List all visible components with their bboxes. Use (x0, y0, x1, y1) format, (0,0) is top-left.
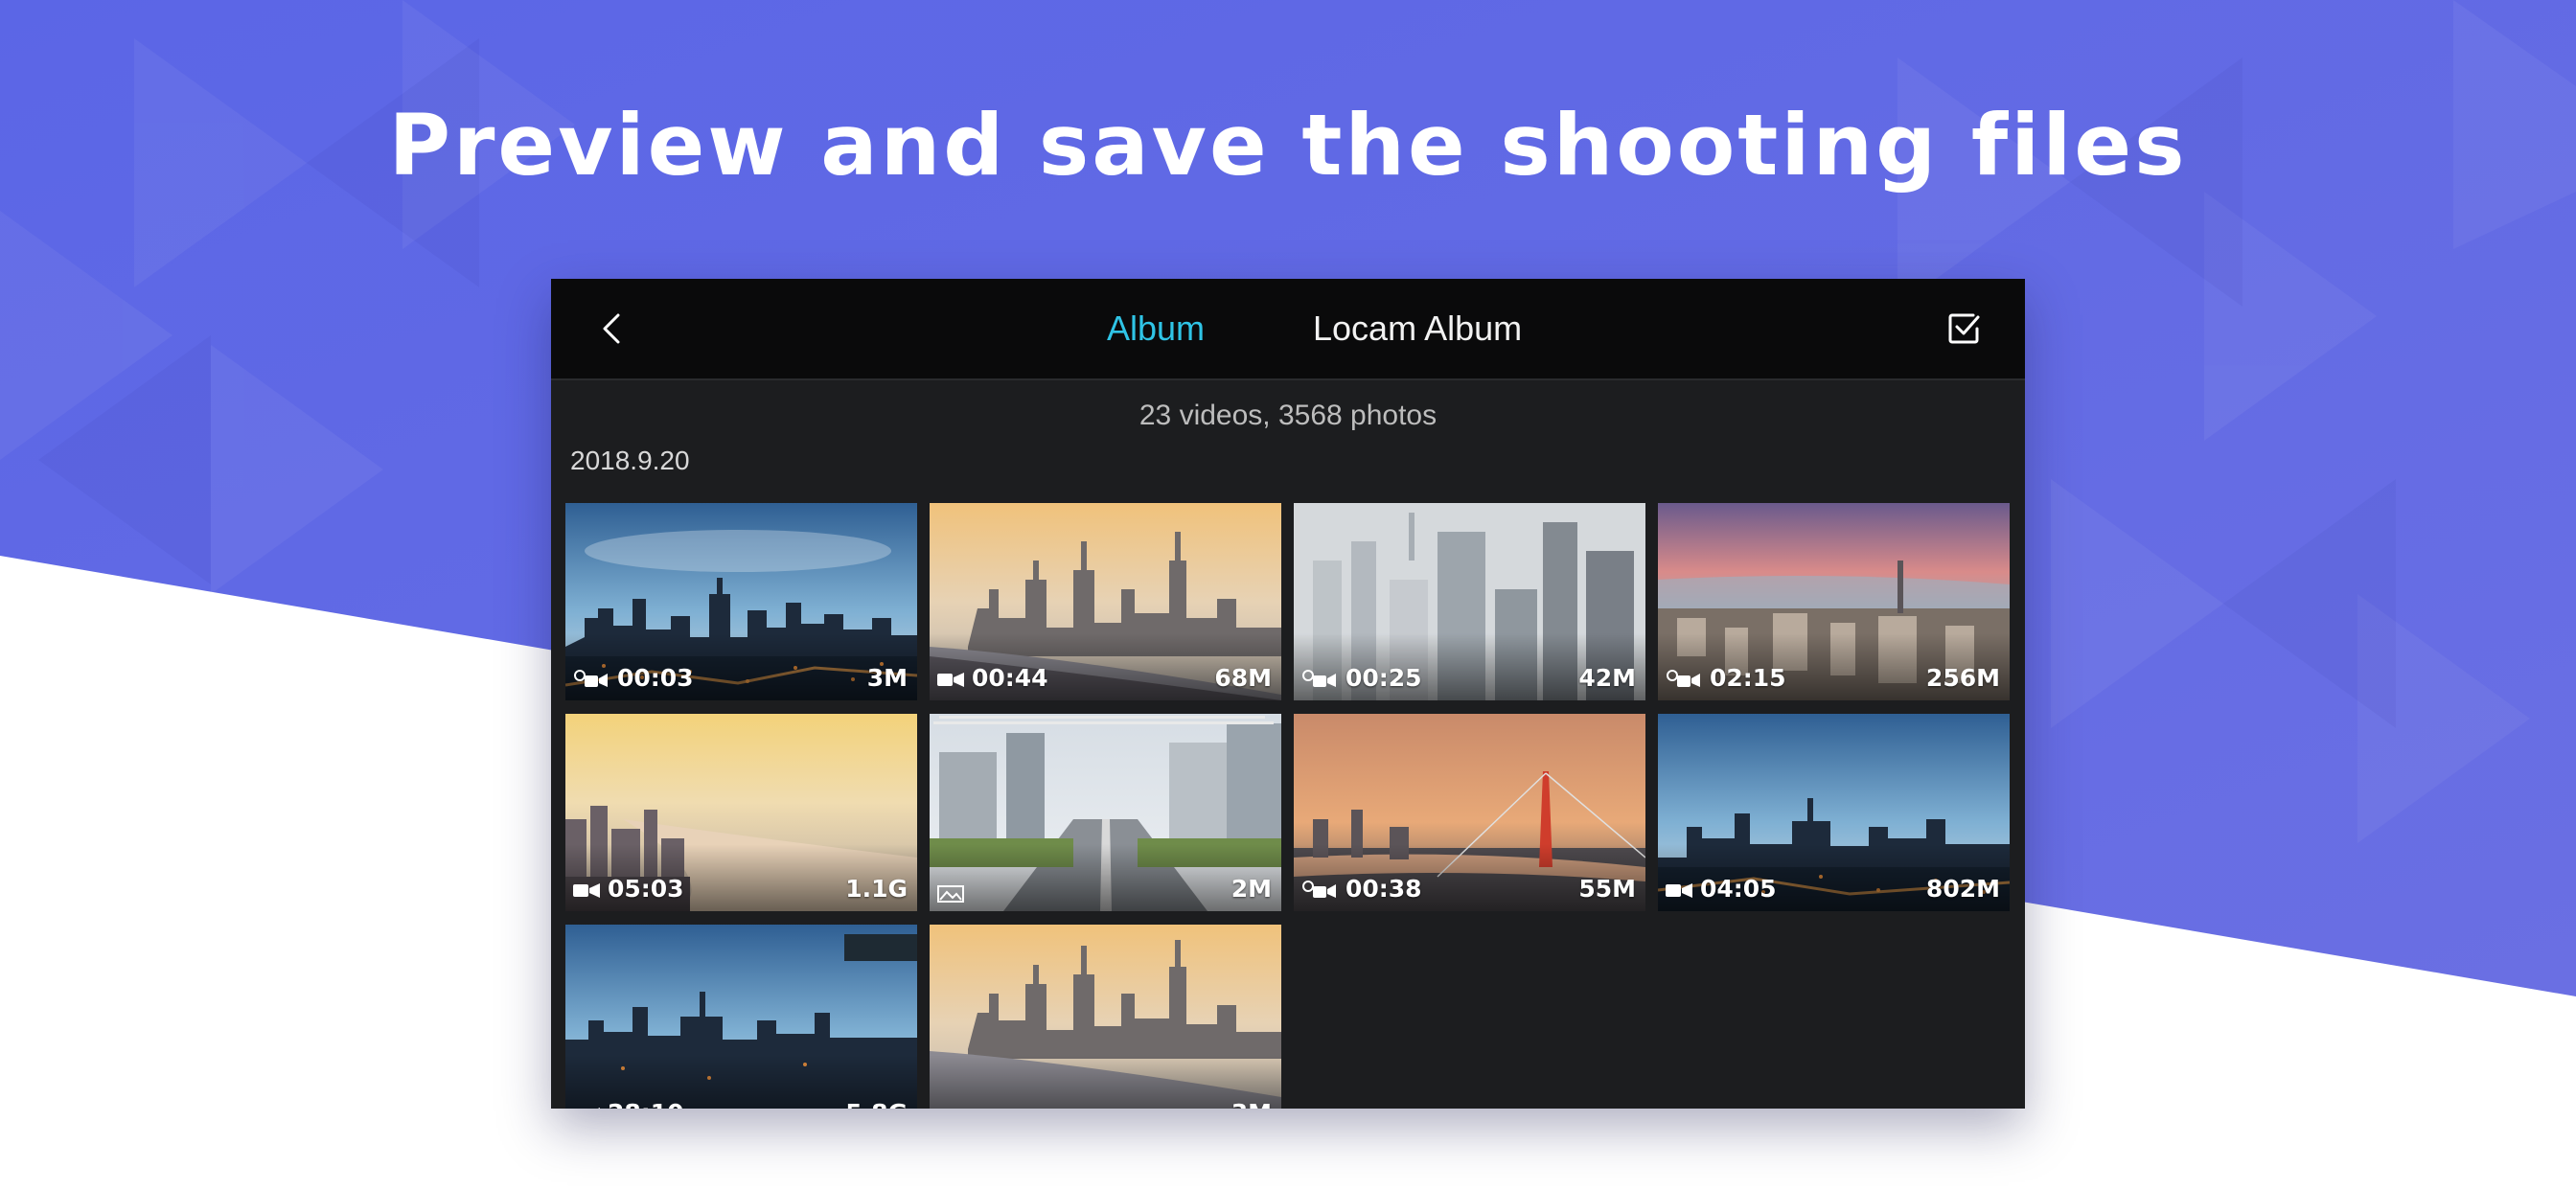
stack-edge (939, 716, 1265, 719)
thumbnail-meta: 00:44 (937, 664, 1048, 693)
thumbnail-item[interactable]: 00:38 55M (1294, 714, 1645, 911)
burst-video-icon (1667, 670, 1700, 687)
chevron-left-icon (603, 313, 620, 344)
tab-album[interactable]: Album (1107, 308, 1205, 350)
video-icon (597, 1108, 600, 1109)
overlay-tag (844, 934, 917, 961)
file-size: 256M (1925, 664, 2000, 692)
file-size: 2M (1230, 875, 1272, 903)
video-duration: 00:44 (972, 664, 1048, 692)
video-duration: 04:05 (1700, 875, 1777, 903)
video-duration: 05:03 (608, 875, 684, 903)
camera-icon (937, 1107, 964, 1109)
tab-locam-album[interactable]: Locam Album (1313, 308, 1522, 350)
thumbnail-meta: 00:03 (573, 664, 694, 693)
file-size: 68M (1214, 664, 1272, 692)
thumbnail-item[interactable]: 00:44 68M (930, 503, 1281, 700)
thumbnail-item[interactable]: 02:15 256M (1658, 503, 2010, 700)
file-size: 5.8G (845, 1099, 908, 1109)
thumbnail-meta: 00:25 (1301, 664, 1422, 693)
thumbnail-shade (930, 844, 1281, 911)
thumbnail-item[interactable]: 00:03 3M (565, 503, 917, 700)
video-duration: 02:15 (1710, 664, 1786, 692)
thumbnail-meta: 02:15 (1666, 664, 1786, 693)
thumbnail-meta: 00:38 (1301, 875, 1422, 904)
video-icon (937, 673, 964, 687)
file-size: 3M (866, 664, 908, 692)
thumbnail-meta (937, 1107, 970, 1109)
date-group-label: 2018.9.20 (570, 446, 690, 475)
burst-video-icon (1302, 670, 1336, 687)
stack-edge (933, 721, 1274, 724)
thumbnail-item[interactable]: 05:03 1.1G (565, 714, 917, 911)
thumbnail-item[interactable]: 3M (930, 925, 1281, 1109)
thumbnail-meta (937, 882, 972, 904)
file-size: 1.1G (845, 875, 908, 903)
thumbnail-item[interactable]: 2M (930, 714, 1281, 911)
thumbnail-meta: 05:03 (573, 875, 684, 904)
file-size: 42M (1578, 664, 1636, 692)
thumbnail-item[interactable]: 00:25 42M (1294, 503, 1645, 700)
video-duration: 00:03 (617, 664, 694, 692)
select-button[interactable] (1941, 306, 1987, 352)
media-count-summary: 23 videos, 3568 photos (1138, 400, 1438, 431)
panorama-icon (937, 885, 964, 903)
video-icon (1666, 883, 1692, 898)
thumbnail-meta: 04:05 (1666, 875, 1777, 904)
thumbnail-grid: 00:03 3M 00:44 68M 00:25 42M 02:15 256M … (565, 503, 2011, 1109)
back-button[interactable] (589, 306, 635, 352)
thumbnail-meta: 28:10 (573, 1099, 684, 1109)
burst-video-icon (1302, 881, 1336, 898)
video-duration: 00:38 (1346, 875, 1422, 903)
file-size: 3M (1231, 1099, 1272, 1109)
top-bar: Album Locam Album (551, 279, 2025, 380)
video-icon (573, 883, 600, 898)
thumbnail-shade (930, 1055, 1281, 1109)
checkbox-check-icon (1948, 313, 1980, 344)
video-duration: 28:10 (608, 1099, 684, 1109)
video-duration: 00:25 (1346, 664, 1422, 692)
file-size: 55M (1578, 875, 1636, 903)
burst-video-icon (574, 670, 608, 687)
thumbnail-item[interactable]: 28:10 5.8G (565, 925, 917, 1109)
headline: Preview and save the shooting files (388, 96, 2188, 195)
album-panel: Album Locam Album 23 videos, 3568 photos… (551, 279, 2025, 1109)
file-size: 802M (1925, 875, 2000, 903)
thumbnail-item[interactable]: 04:05 802M (1658, 714, 2010, 911)
